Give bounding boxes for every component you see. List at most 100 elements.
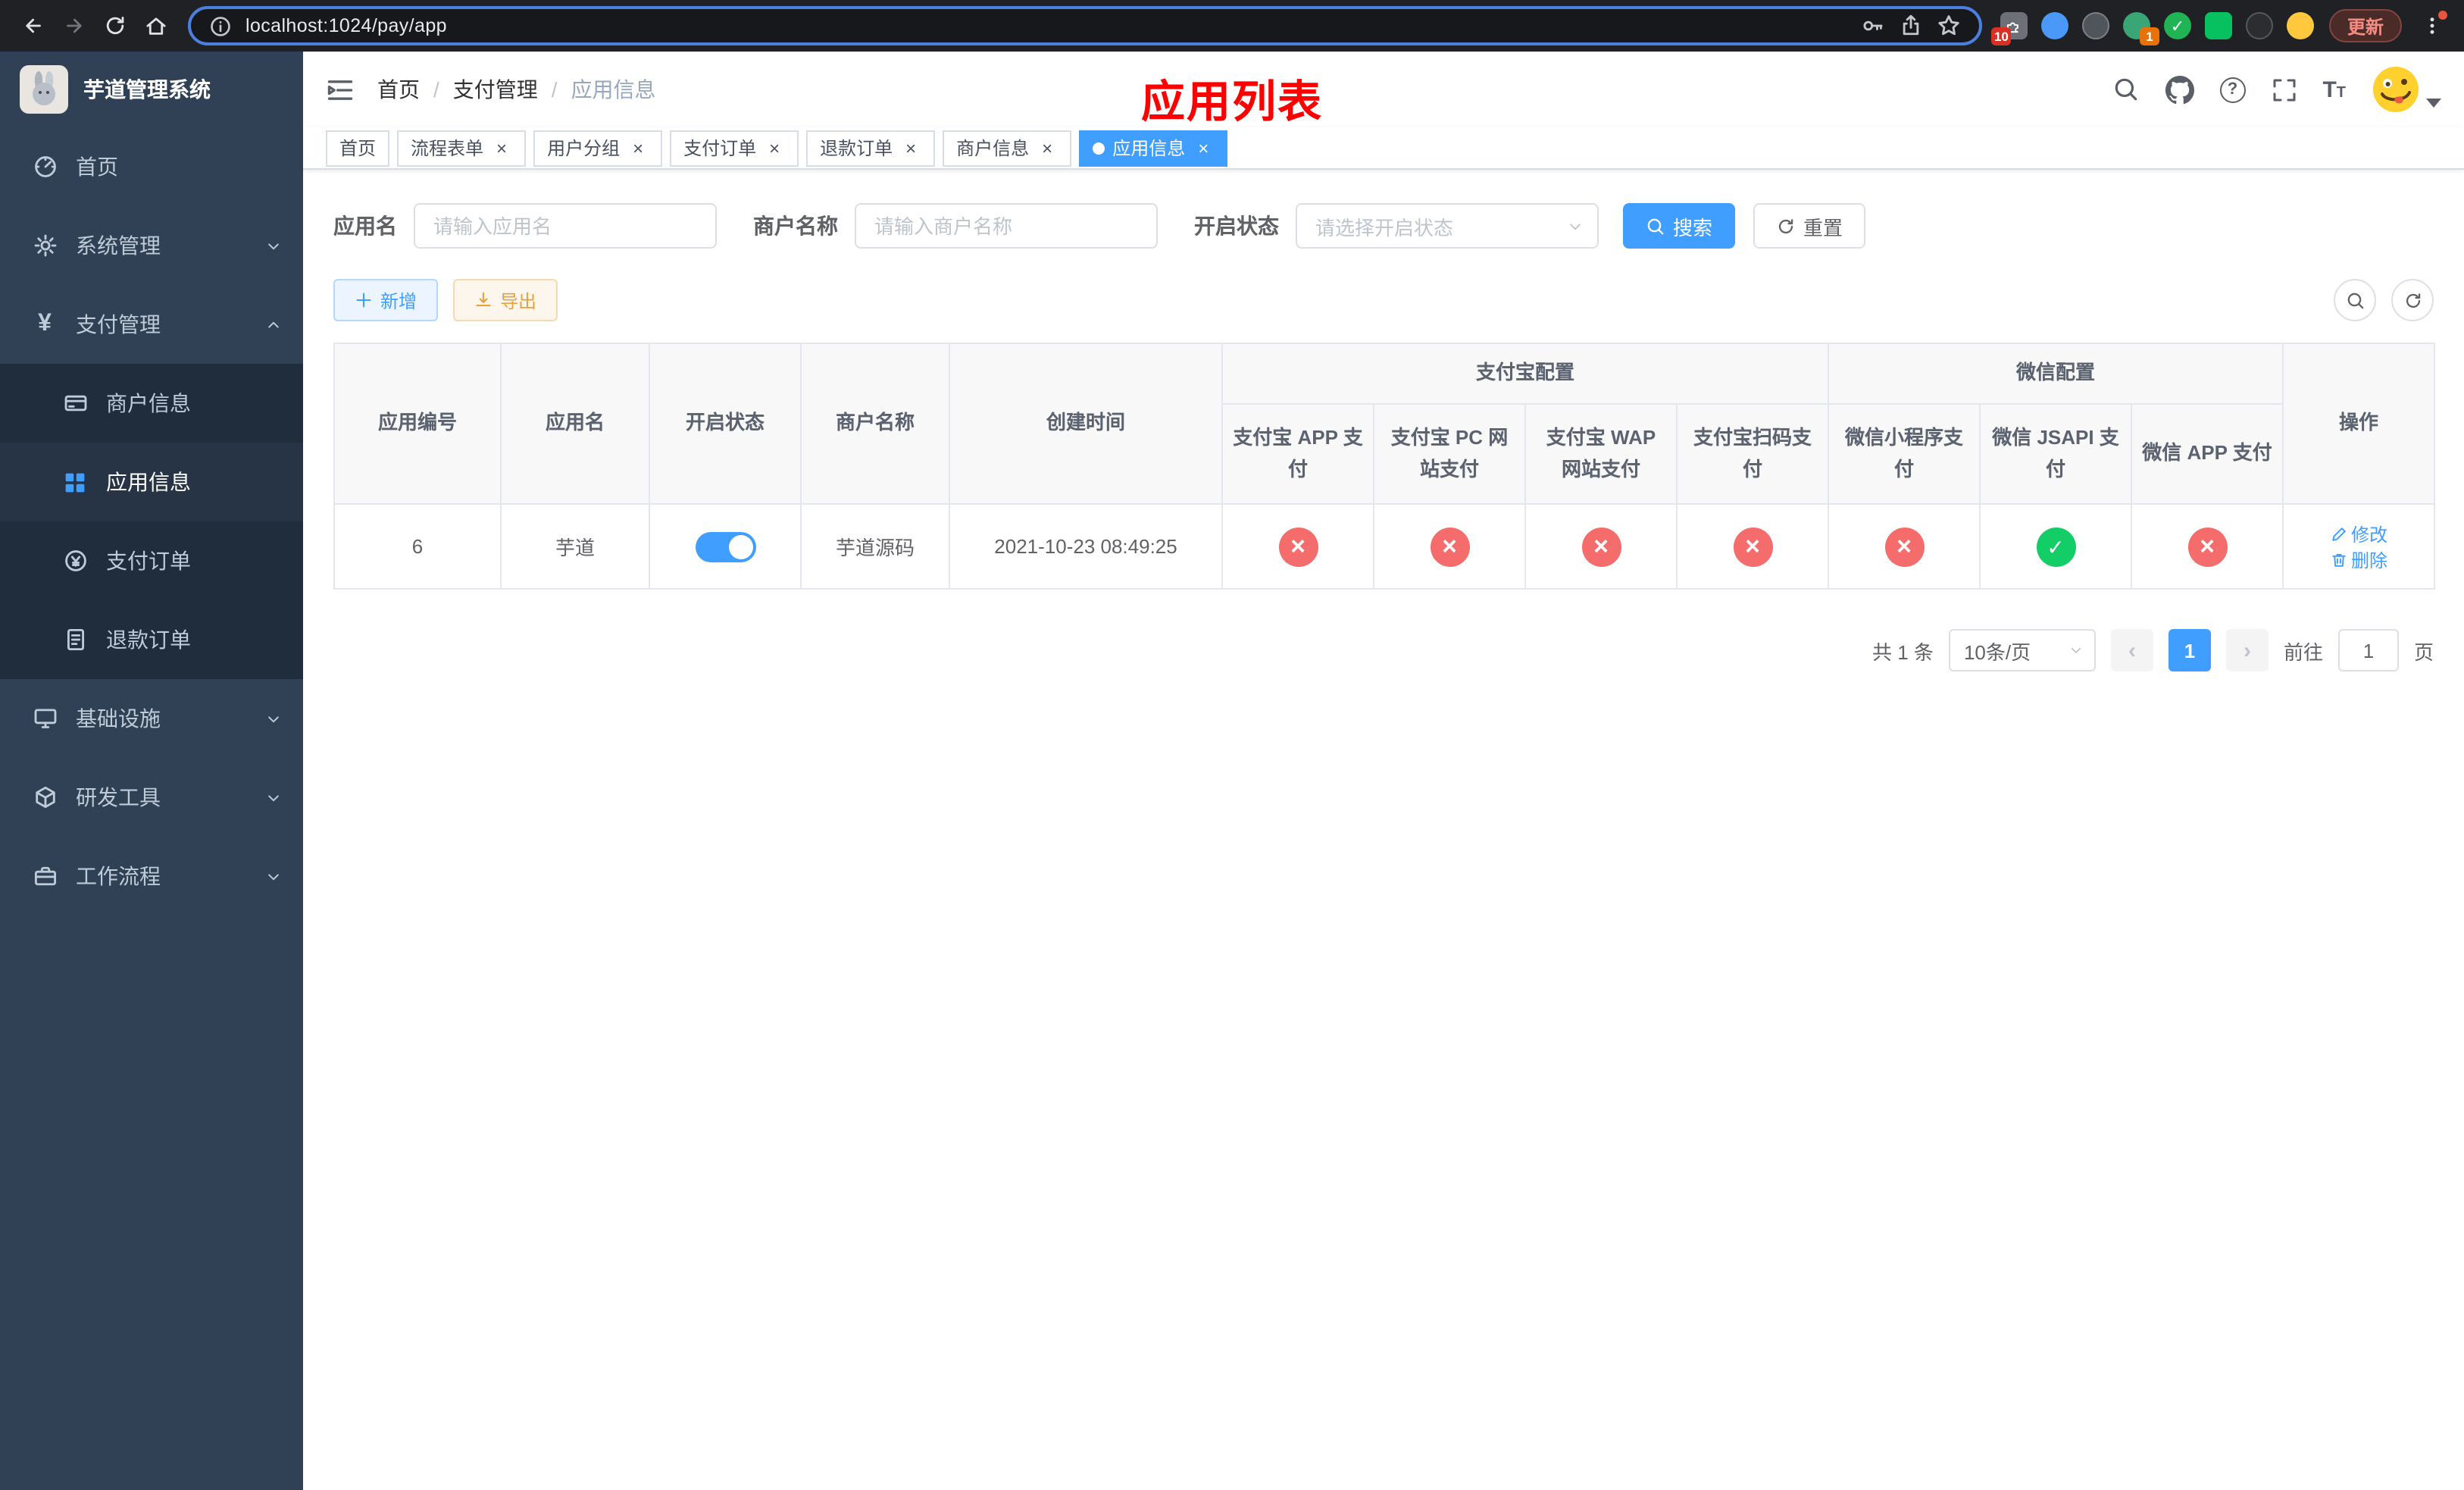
browser-menu-button[interactable] bbox=[2411, 5, 2452, 46]
sidebar-item-pay-order[interactable]: 支付订单 bbox=[0, 521, 303, 600]
alipay-wap-status-icon bbox=[1581, 527, 1621, 566]
extension-icon-pinwheel[interactable] bbox=[2245, 12, 2273, 39]
tab-close-icon[interactable] bbox=[491, 137, 512, 158]
site-info-icon[interactable] bbox=[209, 14, 232, 37]
add-button[interactable]: 新增 bbox=[333, 279, 439, 321]
group-header-alipay: 支付宝配置 bbox=[1221, 343, 1830, 405]
chevron-down-icon bbox=[265, 237, 282, 254]
toggle-search-button[interactable] bbox=[2334, 279, 2376, 321]
payment-submenu: 商户信息 应用信息 支付订单 退款订单 bbox=[0, 364, 303, 679]
button-label: 新增 bbox=[380, 290, 417, 311]
tab-label: 应用信息 bbox=[1112, 138, 1186, 159]
share-icon[interactable] bbox=[1899, 14, 1923, 38]
header-search-icon[interactable] bbox=[2112, 76, 2139, 103]
extension-icon-avatar[interactable]: 1 bbox=[2122, 12, 2159, 45]
tab-close-icon[interactable] bbox=[1193, 137, 1214, 158]
extension-icon-wechat-devtools[interactable] bbox=[2204, 12, 2232, 39]
app-status-toggle[interactable] bbox=[695, 531, 755, 562]
merchant-name-input[interactable] bbox=[855, 203, 1158, 249]
sidebar-item-system[interactable]: 系统管理 bbox=[0, 206, 303, 285]
prev-page-button[interactable] bbox=[2110, 629, 2153, 671]
sidebar-item-payment[interactable]: ¥ 支付管理 bbox=[0, 285, 303, 364]
app-title: 芋道管理系统 bbox=[83, 77, 211, 102]
font-size-icon[interactable] bbox=[2322, 78, 2346, 101]
tab-process-form[interactable]: 流程表单 bbox=[397, 130, 527, 166]
goto-page-input[interactable] bbox=[2337, 629, 2399, 671]
gear-icon bbox=[32, 233, 58, 258]
tab-pay-order[interactable]: 支付订单 bbox=[670, 130, 799, 166]
cell-status bbox=[649, 503, 802, 590]
sidebar-item-home[interactable]: 首页 bbox=[0, 127, 303, 206]
tab-close-icon[interactable] bbox=[1037, 137, 1058, 158]
tab-close-icon[interactable] bbox=[764, 137, 785, 158]
sidebar-item-label: 支付订单 bbox=[106, 549, 191, 573]
app-logo[interactable]: 芋道管理系统 bbox=[0, 52, 303, 127]
tab-close-icon[interactable] bbox=[627, 137, 649, 158]
status-select[interactable]: 请选择开启状态 bbox=[1296, 203, 1599, 249]
sidebar-item-refund-order[interactable]: 退款订单 bbox=[0, 600, 303, 679]
edit-button[interactable]: 修改 bbox=[2330, 521, 2387, 546]
address-bar[interactable]: localhost:1024/pay/app bbox=[188, 6, 1982, 45]
browser-forward-button[interactable] bbox=[53, 5, 94, 46]
extension-icon-emoji[interactable] bbox=[2286, 12, 2314, 39]
browser-toolbar: localhost:1024/pay/app 10 1 ✓ 更新 bbox=[0, 0, 2464, 52]
breadcrumb-section: 支付管理 bbox=[420, 74, 538, 105]
tab-refund-order[interactable]: 退款订单 bbox=[806, 130, 936, 166]
col-header-alipay-scan: 支付宝扫码支付 bbox=[1675, 403, 1830, 505]
refresh-icon bbox=[1778, 218, 1793, 233]
tab-app-info[interactable]: 应用信息 bbox=[1079, 130, 1228, 166]
sidebar-item-label: 系统管理 bbox=[76, 233, 161, 258]
total-count: 共 1 条 bbox=[1872, 640, 1934, 663]
sidebar-item-app-info[interactable]: 应用信息 bbox=[0, 443, 303, 521]
tab-user-group[interactable]: 用户分组 bbox=[533, 130, 663, 166]
fullscreen-icon[interactable] bbox=[2271, 77, 2297, 102]
bookmark-star-icon[interactable] bbox=[1937, 14, 1961, 38]
search-form: 应用名 商户名称 开启状态 请选择开启状态 搜索 bbox=[333, 203, 2434, 249]
browser-home-button[interactable] bbox=[135, 5, 176, 46]
page-number-button[interactable]: 1 bbox=[2168, 629, 2211, 671]
wechat-app-status-icon bbox=[2187, 527, 2228, 566]
sidebar-item-merchant-info[interactable]: 商户信息 bbox=[0, 364, 303, 443]
search-button[interactable]: 搜索 bbox=[1623, 203, 1736, 249]
sidebar-item-label: 基础设施 bbox=[76, 706, 161, 731]
sidebar-toggle-icon[interactable] bbox=[326, 75, 355, 104]
browser-update-button[interactable]: 更新 bbox=[2328, 9, 2402, 42]
browser-back-button[interactable] bbox=[12, 5, 53, 46]
tab-merchant-info[interactable]: 商户信息 bbox=[943, 130, 1072, 166]
tab-home[interactable]: 首页 bbox=[326, 130, 390, 166]
next-page-button[interactable] bbox=[2225, 629, 2269, 671]
sidebar-item-workflow[interactable]: 工作流程 bbox=[0, 837, 303, 916]
toolbox-icon bbox=[32, 785, 58, 809]
tab-label: 流程表单 bbox=[411, 138, 484, 159]
export-button[interactable]: 导出 bbox=[453, 279, 558, 321]
delete-button[interactable]: 删除 bbox=[2330, 546, 2387, 572]
extension-puzzle-icon[interactable]: 10 bbox=[1990, 12, 2028, 45]
app-name-input[interactable] bbox=[414, 203, 717, 249]
user-avatar[interactable] bbox=[2372, 65, 2441, 114]
extension-icon-blue[interactable] bbox=[2040, 12, 2068, 39]
browser-reload-button[interactable] bbox=[94, 5, 135, 46]
help-icon[interactable] bbox=[2219, 77, 2246, 102]
avatar-emoji-icon bbox=[2373, 67, 2419, 112]
password-key-icon[interactable] bbox=[1861, 14, 1885, 38]
update-label: 更新 bbox=[2347, 16, 2384, 37]
page-content: 应用名 商户名称 开启状态 请选择开启状态 搜索 bbox=[303, 170, 2464, 1490]
home-icon bbox=[145, 17, 165, 35]
page-title: 应用列表 bbox=[1140, 79, 1324, 127]
grid-icon bbox=[62, 471, 88, 493]
sidebar-item-dev-tools[interactable]: 研发工具 bbox=[0, 758, 303, 837]
extension-icon-check[interactable]: ✓ bbox=[2163, 12, 2191, 39]
refresh-table-button[interactable] bbox=[2391, 279, 2434, 321]
plus-icon bbox=[356, 293, 371, 308]
extension-icon-dark[interactable] bbox=[2081, 12, 2109, 39]
tab-label: 首页 bbox=[339, 138, 377, 159]
reset-button[interactable]: 重置 bbox=[1753, 203, 1866, 249]
col-header-merchant: 商户名称 bbox=[800, 343, 950, 505]
col-header-alipay-wap: 支付宝 WAP 网站支付 bbox=[1524, 403, 1678, 505]
breadcrumb-home[interactable]: 首页 bbox=[377, 74, 420, 105]
search-icon bbox=[1647, 218, 1664, 234]
page-size-select[interactable]: 10条/页 bbox=[1948, 629, 2096, 671]
tab-close-icon[interactable] bbox=[900, 137, 921, 158]
github-icon[interactable] bbox=[2165, 75, 2194, 104]
sidebar-item-infrastructure[interactable]: 基础设施 bbox=[0, 679, 303, 758]
